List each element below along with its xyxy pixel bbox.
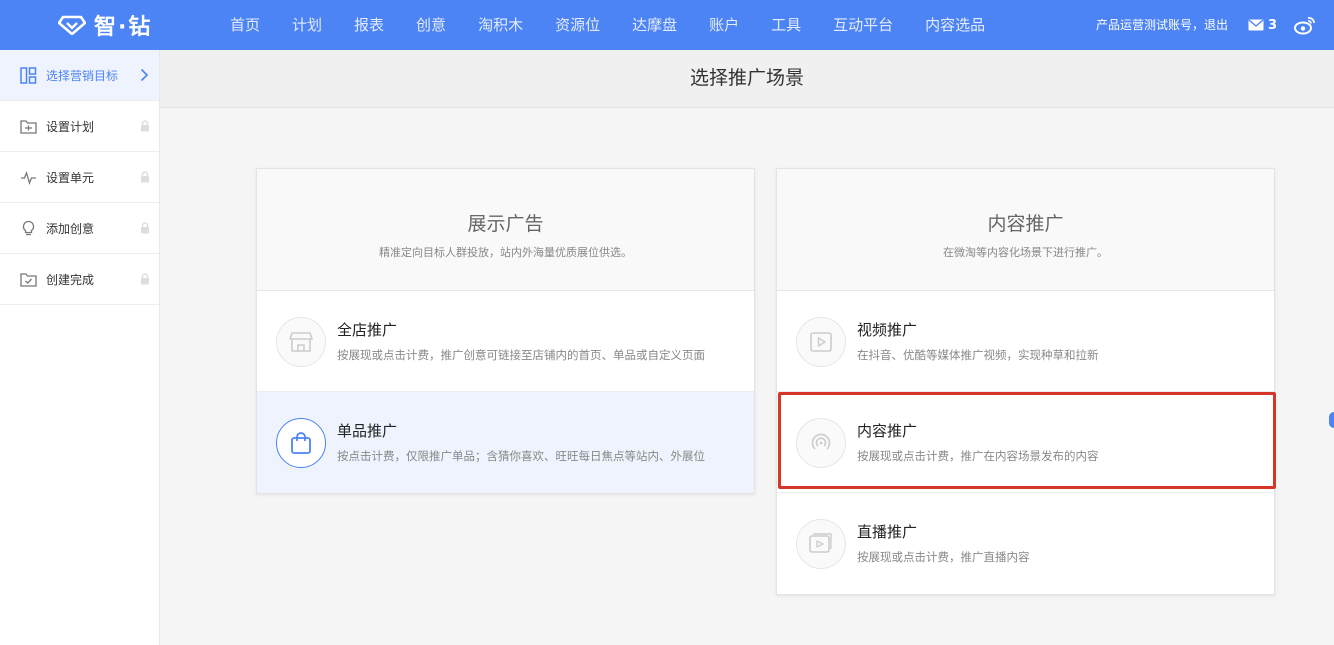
option-description: 按展现或点击计费，推广创意可链接至店铺内的首页、单品或自定义页面 (337, 348, 705, 362)
option-store-promotion[interactable]: 全店推广 按展现或点击计费，推广创意可链接至店铺内的首页、单品或自定义页面 (257, 291, 754, 392)
nav-item-plan[interactable]: 计划 (276, 0, 338, 50)
option-item-promotion[interactable]: 单品推广 按点击计费，仅限推广单品；含猜你喜欢、旺旺每日焦点等站内、外展位 (257, 392, 754, 493)
brand-logo[interactable]: 智·钻 (58, 10, 152, 40)
sidebar-step-label: 选择营销目标 (46, 68, 119, 83)
brand-logo-text: 智·钻 (94, 15, 153, 40)
option-live-promotion[interactable]: 直播推广 按展现或点击计费，推广直播内容 (777, 493, 1274, 594)
weibo-icon[interactable] (1294, 14, 1316, 36)
option-description: 按点击计费，仅限推广单品；含猜你喜欢、旺旺每日焦点等站内、外展位 (337, 449, 705, 463)
sidebar-step-label: 创建完成 (46, 272, 95, 287)
page-title: 选择推广场景 (160, 50, 1334, 108)
lock-icon (141, 171, 149, 183)
account-logout-link[interactable]: 产品运营测试账号，退出 (1096, 0, 1228, 50)
lightbulb-icon (22, 220, 35, 235)
lock-icon (141, 120, 149, 132)
grid-icon (20, 66, 37, 84)
folder-icon (20, 119, 37, 134)
step-sidebar: 选择营销目标 设置计划 设置单元 添加创意 创建完成 (0, 50, 160, 645)
video-play-icon (796, 317, 846, 367)
top-nav-bar: 智·钻 首页 计划 报表 创意 淘积木 资源位 达摩盘 账户 工具 互动平台 内… (0, 0, 1334, 50)
card-header: 内容推广 在微淘等内容化场景下进行推广。 (777, 169, 1274, 291)
content-promotion-card: 内容推广 在微淘等内容化场景下进行推广。 视频推广 在抖音、优酷等媒体推广视频，… (776, 168, 1275, 595)
chevron-right-icon (140, 68, 149, 82)
lock-icon (141, 222, 149, 234)
store-icon (276, 317, 326, 367)
nav-item-ad-slots[interactable]: 资源位 (539, 0, 616, 50)
nav-item-damopan[interactable]: 达摩盘 (616, 0, 693, 50)
option-video-promotion[interactable]: 视频推广 在抖音、优酷等媒体推广视频，实现种草和拉新 (777, 291, 1274, 392)
pulse-icon (21, 170, 36, 185)
nav-item-content-selection[interactable]: 内容选品 (909, 0, 1001, 50)
sidebar-step-set-plan[interactable]: 设置计划 (0, 101, 159, 152)
option-name: 内容推广 (857, 422, 918, 440)
card-title: 展示广告 (467, 213, 544, 235)
card-header: 展示广告 精准定向目标人群投放，站内外海量优质展位供选。 (257, 169, 754, 291)
nav-item-taojimu[interactable]: 淘积木 (462, 0, 539, 50)
option-description: 在抖音、优酷等媒体推广视频，实现种草和拉新 (857, 348, 1099, 362)
display-ads-card: 展示广告 精准定向目标人群投放，站内外海量优质展位供选。 全店推广 按展现或点击… (256, 168, 755, 494)
mail-icon (1248, 19, 1264, 31)
card-subtitle: 在微淘等内容化场景下进行推广。 (943, 246, 1108, 259)
nav-item-interactive-platform[interactable]: 互动平台 (817, 0, 909, 50)
sidebar-step-set-unit[interactable]: 设置单元 (0, 152, 159, 203)
live-stream-icon (796, 519, 846, 569)
nav-item-account[interactable]: 账户 (693, 0, 755, 50)
sidebar-step-add-creative[interactable]: 添加创意 (0, 203, 159, 254)
option-name: 全店推广 (337, 321, 398, 339)
diamond-logo-icon (58, 15, 86, 35)
sidebar-step-label: 设置计划 (46, 119, 95, 134)
nav-item-reports[interactable]: 报表 (338, 0, 400, 50)
shopping-bag-icon (276, 418, 326, 468)
card-subtitle: 精准定向目标人群投放，站内外海量优质展位供选。 (379, 246, 632, 259)
lock-icon (141, 273, 149, 285)
option-content-promotion[interactable]: 内容推广 按展现或点击计费，推广在内容场景发布的内容 (777, 392, 1274, 493)
option-description: 按展现或点击计费，推广在内容场景发布的内容 (857, 449, 1099, 463)
messages-button[interactable]: 3 (1248, 15, 1277, 35)
sidebar-step-label: 设置单元 (46, 170, 95, 185)
sidebar-step-complete[interactable]: 创建完成 (0, 254, 159, 305)
floating-edge-handle[interactable] (1329, 412, 1334, 428)
option-name: 直播推广 (857, 523, 918, 541)
nav-item-home[interactable]: 首页 (214, 0, 276, 50)
option-name: 视频推广 (857, 321, 918, 339)
option-description: 按展现或点击计费，推广直播内容 (857, 550, 1030, 564)
sidebar-step-select-goal[interactable]: 选择营销目标 (0, 50, 159, 101)
main-nav: 首页 计划 报表 创意 淘积木 资源位 达摩盘 账户 工具 互动平台 内容选品 (214, 0, 1001, 50)
message-count-badge: 3 (1268, 17, 1278, 33)
folder-check-icon (20, 272, 37, 287)
option-name: 单品推广 (337, 422, 398, 440)
nav-item-tools[interactable]: 工具 (755, 0, 817, 50)
sidebar-step-label: 添加创意 (46, 221, 95, 236)
nav-item-creative[interactable]: 创意 (400, 0, 462, 50)
broadcast-icon (796, 418, 846, 468)
card-title: 内容推广 (987, 213, 1064, 235)
